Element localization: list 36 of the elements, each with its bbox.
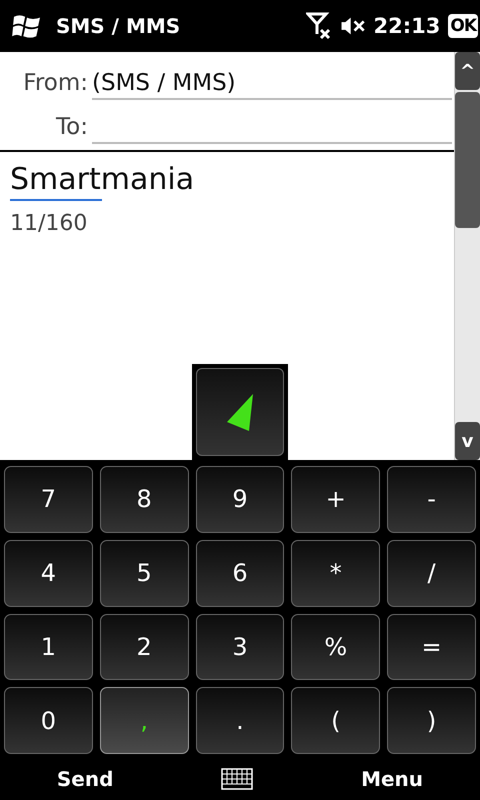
windows-logo-icon[interactable]	[12, 13, 42, 39]
character-counter: 11/160	[10, 211, 88, 236]
keypad-key[interactable]: (	[291, 687, 380, 754]
keypad-key[interactable]: 5	[100, 540, 189, 606]
keypad-key[interactable]: -	[387, 466, 476, 533]
keyboard-icon[interactable]	[221, 768, 254, 790]
message-text[interactable]: Smartmania	[10, 162, 444, 197]
keypad-key[interactable]: 2	[100, 614, 189, 680]
keypad-key[interactable]: )	[387, 687, 476, 754]
keypad-key[interactable]: +	[291, 466, 380, 533]
keypad-key[interactable]: 3	[196, 614, 284, 680]
scroll-down-button[interactable]: v	[455, 422, 480, 460]
keypad-key[interactable]: /	[387, 540, 476, 606]
to-label: To:	[55, 114, 89, 142]
keypad-key[interactable]: .	[196, 687, 284, 754]
from-label: From:	[22, 70, 89, 98]
scrollbar-thumb[interactable]	[455, 92, 480, 228]
ok-button[interactable]: OK	[448, 14, 478, 38]
keypad-key[interactable]: 9	[196, 466, 284, 533]
window-title: SMS / MMS	[56, 14, 180, 38]
keypad-key[interactable]: *	[291, 540, 380, 606]
keypad-key[interactable]: 4	[4, 540, 93, 606]
keypad-key[interactable]: 1	[4, 614, 93, 680]
from-field[interactable]: (SMS / MMS)	[92, 60, 452, 100]
scroll-up-button[interactable]: ^	[455, 52, 480, 90]
keypad-key[interactable]: =	[387, 614, 476, 680]
signal-off-icon	[306, 12, 332, 40]
menu-softkey[interactable]: Menu	[355, 766, 430, 792]
send-softkey[interactable]: Send	[50, 766, 120, 792]
keypad-key[interactable]: ,	[100, 687, 189, 754]
keypad-key[interactable]: %	[291, 614, 380, 680]
keypad-key[interactable]: 0	[4, 687, 93, 754]
keypad-key[interactable]: 6	[196, 540, 284, 606]
clock-time: 22:13	[374, 14, 440, 38]
keypad-key[interactable]: 7	[4, 466, 93, 533]
keypad-key[interactable]: 8	[100, 466, 189, 533]
